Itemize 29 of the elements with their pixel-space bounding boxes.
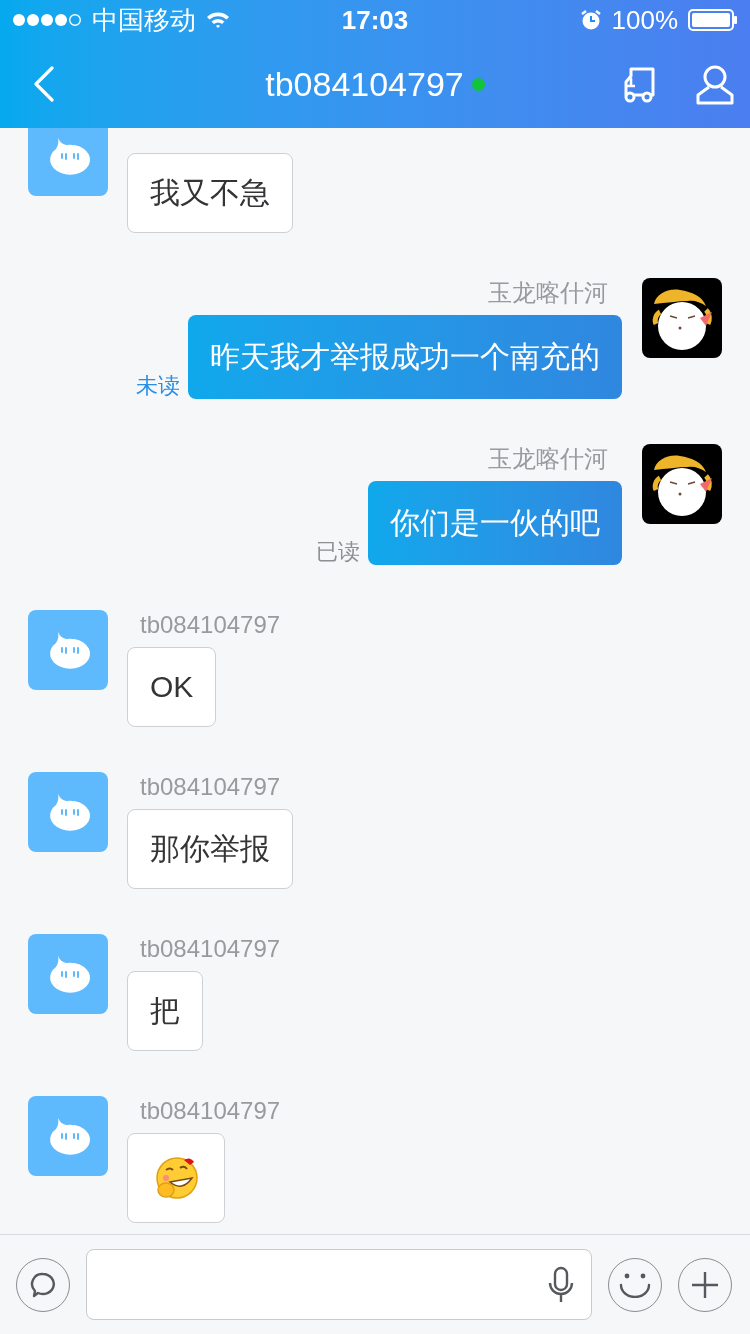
battery-percentage: 100%: [611, 3, 678, 37]
wifi-icon: [206, 11, 230, 29]
chat-title: tb084104797: [265, 63, 464, 105]
message-bubble: 你们是一伙的吧: [368, 481, 622, 565]
sender-name: tb084104797: [140, 610, 281, 640]
alarm-icon: [579, 9, 602, 31]
chat-bubble-icon: [29, 1270, 57, 1299]
message-bubble: OK: [127, 647, 217, 727]
back-icon: [33, 66, 55, 102]
message-bubble: 昨天我才举报成功一个南充的: [188, 315, 622, 399]
sender-name: 玉龙喀什河: [488, 444, 608, 474]
smiley-icon: [618, 1271, 652, 1298]
message-bubble: 那你举报: [127, 809, 293, 889]
read-status: 未读: [136, 373, 180, 399]
clock-time: 17:03: [341, 3, 409, 37]
user-icon: [695, 64, 735, 106]
battery-icon: [688, 9, 738, 31]
sender-name: tb084104797: [140, 772, 281, 802]
microphone-icon: [547, 1265, 575, 1304]
carrier-name: 中国移动: [92, 3, 196, 37]
signal-strength-icon: [12, 13, 82, 27]
read-status: 已读: [316, 539, 360, 565]
message-input-field[interactable]: [86, 1249, 592, 1320]
message-bubble: 我又不急: [127, 153, 293, 233]
sender-name: tb084104797: [140, 1096, 281, 1126]
plus-icon: [690, 1269, 720, 1300]
message-bubble: 把: [127, 971, 203, 1051]
sender-name: tb084104797: [140, 934, 281, 964]
sender-name: 玉龙喀什河: [488, 278, 608, 308]
